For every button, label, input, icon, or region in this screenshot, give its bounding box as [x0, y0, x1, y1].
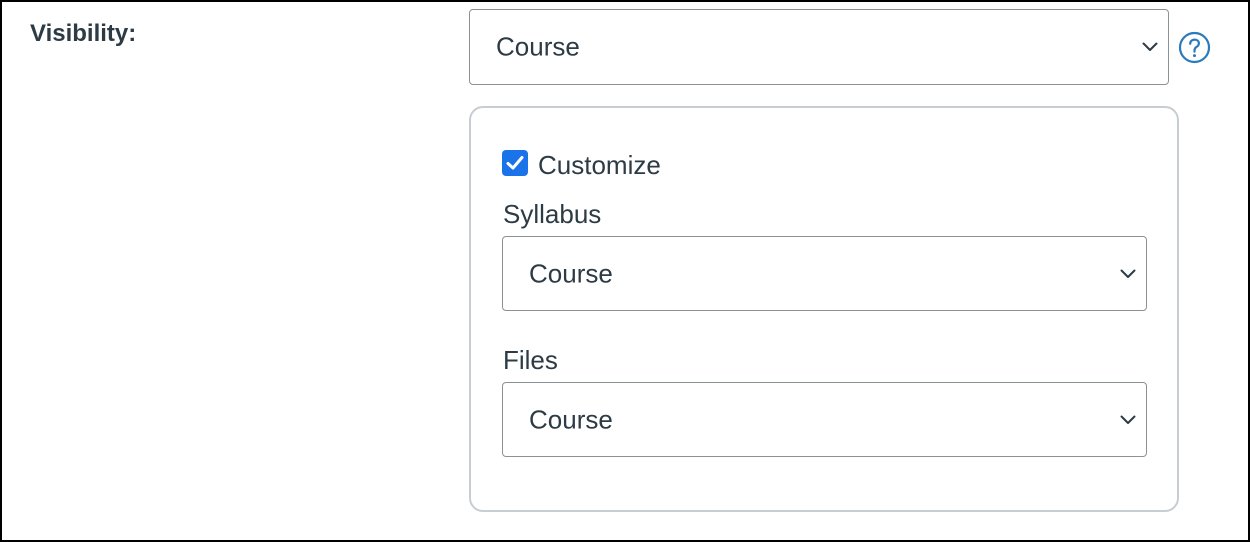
visibility-select[interactable]: Course: [469, 9, 1169, 85]
visibility-select-value: Course: [496, 31, 580, 62]
files-label: Files: [503, 345, 558, 375]
chevron-down-icon: [1120, 415, 1136, 424]
visibility-label: Visibility:: [30, 20, 137, 47]
checkmark-icon: [506, 156, 524, 170]
syllabus-select[interactable]: Course: [502, 236, 1147, 311]
chevron-down-icon: [1120, 269, 1136, 278]
chevron-down-icon: [1142, 42, 1158, 51]
question-circle-icon[interactable]: [1178, 31, 1211, 64]
syllabus-select-value: Course: [529, 258, 613, 288]
customize-checkbox[interactable]: [502, 150, 528, 176]
syllabus-label: Syllabus: [503, 199, 602, 229]
files-select[interactable]: Course: [502, 382, 1147, 457]
customize-label[interactable]: Customize: [538, 150, 661, 181]
files-select-value: Course: [529, 404, 613, 434]
